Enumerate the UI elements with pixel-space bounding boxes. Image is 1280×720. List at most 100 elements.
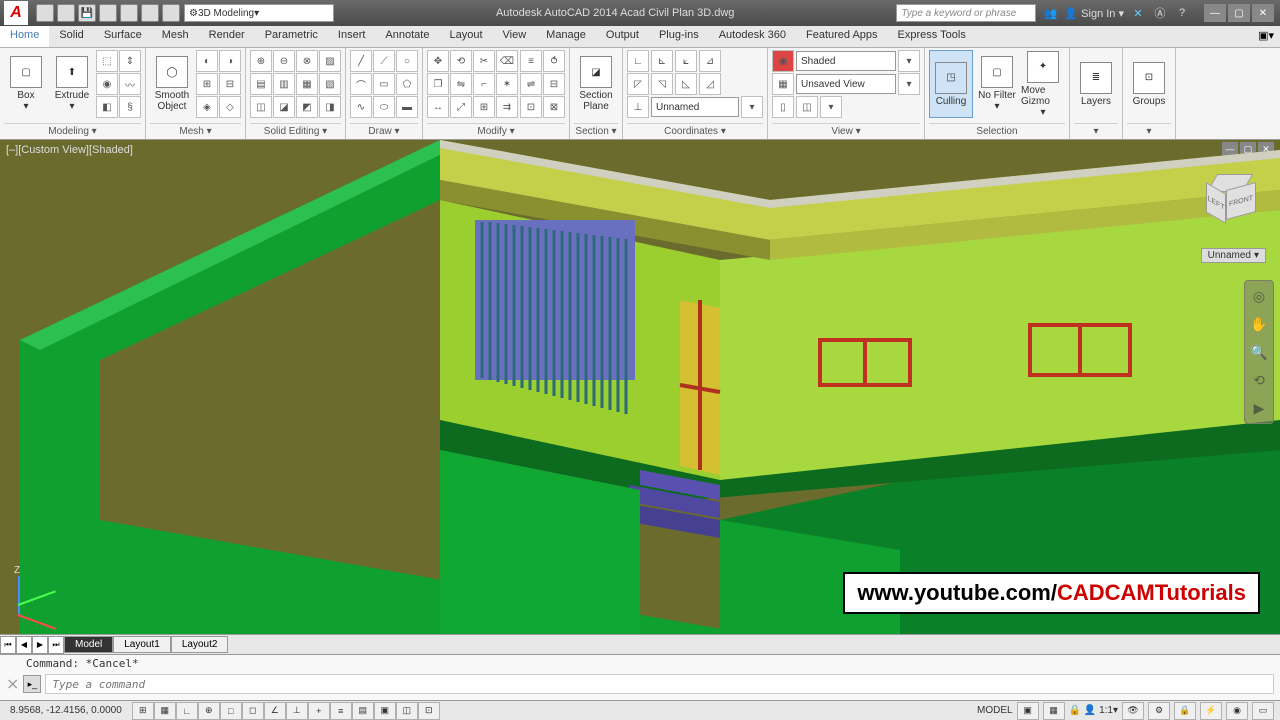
ucs-2-icon[interactable]: ⊾ — [651, 50, 673, 72]
tab-annotate[interactable]: Annotate — [375, 26, 439, 47]
panel-mesh-title[interactable]: Mesh ▾ — [150, 123, 241, 139]
panel-modeling-title[interactable]: Modeling ▾ — [4, 123, 141, 139]
sc-icon[interactable]: ◫ — [396, 702, 418, 720]
view-dropdown[interactable]: Unsaved View — [796, 74, 896, 94]
redo-icon[interactable]: ↷ — [162, 4, 180, 22]
panel-coordinates-title[interactable]: Coordinates ▾ — [627, 123, 763, 139]
lwt-icon[interactable]: ≡ — [330, 702, 352, 720]
box-button[interactable]: ▢Box▾ — [4, 50, 48, 118]
offset-icon[interactable]: ⇉ — [496, 96, 518, 118]
ucs-8-icon[interactable]: ◿ — [699, 73, 721, 95]
helix-icon[interactable]: § — [119, 96, 141, 118]
workspace-dropdown[interactable]: ⚙ 3D Modeling ▾ — [184, 4, 334, 22]
arc-icon[interactable]: ⌒ — [350, 73, 372, 95]
vp2-icon[interactable]: ◫ — [796, 96, 818, 118]
intersect-icon[interactable]: ⊗ — [296, 50, 318, 72]
sweep-icon[interactable]: 〰 — [119, 73, 141, 95]
infocenter-icon[interactable]: 👥 — [1042, 5, 1058, 21]
mesh-less-icon[interactable]: ◑ — [219, 50, 241, 72]
pan-icon[interactable]: ✋ — [1248, 313, 1270, 335]
panel-layers-title[interactable]: ▾ — [1074, 123, 1118, 139]
no-filter-button[interactable]: ▢No Filter▾ — [975, 50, 1019, 118]
presspull-icon[interactable]: ⇕ — [119, 50, 141, 72]
move-icon[interactable]: ✥ — [427, 50, 449, 72]
layout-first-icon[interactable]: ⏮ — [0, 636, 16, 654]
layout-prev-icon[interactable]: ◀ — [16, 636, 32, 654]
shell-icon[interactable]: ◫ — [250, 96, 272, 118]
tpy-icon[interactable]: ▤ — [352, 702, 374, 720]
command-grip-icon[interactable]: ⨯ — [6, 674, 19, 694]
layout-last-icon[interactable]: ⏭ — [48, 636, 64, 654]
tab-insert[interactable]: Insert — [328, 26, 376, 47]
tab-parametric[interactable]: Parametric — [255, 26, 328, 47]
otrack-icon[interactable]: ∠ — [264, 702, 286, 720]
save-icon[interactable]: 💾 — [78, 4, 96, 22]
layers-button[interactable]: ≣Layers — [1074, 50, 1118, 118]
ducs-icon[interactable]: ⊥ — [286, 702, 308, 720]
mirror-icon[interactable]: ⇋ — [450, 73, 472, 95]
tab-plugins[interactable]: Plug-ins — [649, 26, 709, 47]
vp-icon[interactable]: ▯ — [772, 96, 794, 118]
isolate-icon[interactable]: ◉ — [1226, 702, 1248, 720]
array-icon[interactable]: ⊞ — [473, 96, 495, 118]
fillet-edge-icon[interactable]: ▧ — [319, 73, 341, 95]
clean-screen-icon[interactable]: ▭ — [1252, 702, 1274, 720]
ellipse-icon[interactable]: ⬭ — [373, 96, 395, 118]
ucs-7-icon[interactable]: ◺ — [675, 73, 697, 95]
tab-layout[interactable]: Layout — [439, 26, 492, 47]
undo-icon[interactable]: ↶ — [141, 4, 159, 22]
polygon-icon[interactable]: ⬠ — [396, 73, 418, 95]
exchange-icon[interactable]: ✕ — [1130, 5, 1146, 21]
vp-dd-icon[interactable]: ▾ — [820, 96, 842, 118]
revolve-icon[interactable]: ◉ — [96, 73, 118, 95]
view-cube[interactable]: LEFT FRONT — [1200, 170, 1260, 230]
cube-front-face[interactable]: FRONT — [1226, 182, 1256, 220]
tab-surface[interactable]: Surface — [94, 26, 152, 47]
ucs-1-icon[interactable]: ∟ — [627, 50, 649, 72]
polysolid-icon[interactable]: ⬚ — [96, 50, 118, 72]
tab-solid[interactable]: Solid — [49, 26, 93, 47]
ucs-5-icon[interactable]: ◸ — [627, 73, 649, 95]
tab-layout1[interactable]: Layout1 — [113, 636, 171, 653]
subtract-icon[interactable]: ⊖ — [273, 50, 295, 72]
tab-express[interactable]: Express Tools — [888, 26, 976, 47]
ucs-6-icon[interactable]: ◹ — [651, 73, 673, 95]
move-gizmo-button[interactable]: ✦Move Gizmo▾ — [1021, 50, 1065, 118]
3dosnap-icon[interactable]: ◻ — [242, 702, 264, 720]
quickview-drawings-icon[interactable]: ▦ — [1043, 702, 1065, 720]
tab-home[interactable]: Home — [0, 26, 49, 47]
help-icon[interactable]: ? — [1174, 5, 1190, 21]
viewport[interactable]: [–][Custom View][Shaded] — ▢ ✕ — [0, 140, 1280, 634]
view-dd-icon[interactable]: ▾ — [898, 73, 920, 95]
annotation-scale[interactable]: 🔒 👤 1:1▾ — [1069, 705, 1118, 716]
tab-layout2[interactable]: Layout2 — [171, 636, 229, 653]
vs-dd-icon[interactable]: ▾ — [898, 50, 920, 72]
steering-wheel-icon[interactable]: ◎ — [1248, 285, 1270, 307]
3d-move-icon[interactable]: ⊠ — [543, 96, 565, 118]
ucs-dd-icon[interactable]: ▾ — [741, 96, 763, 118]
sign-in-button[interactable]: 👤 Sign In ▾ — [1064, 7, 1124, 20]
toolbar-lock-icon[interactable]: 🔒 — [1174, 702, 1196, 720]
grid-icon[interactable]: ▦ — [154, 702, 176, 720]
mesh-split-icon[interactable]: ◇ — [219, 96, 241, 118]
a360-icon[interactable]: Ⓐ — [1152, 5, 1168, 21]
extrude-face-icon[interactable]: ▤ — [250, 73, 272, 95]
layout-next-icon[interactable]: ▶ — [32, 636, 48, 654]
rect-icon[interactable]: ▭ — [373, 73, 395, 95]
osnap-icon[interactable]: □ — [220, 702, 242, 720]
align-icon[interactable]: ≡ — [520, 50, 542, 72]
tab-featured[interactable]: Featured Apps — [796, 26, 888, 47]
quickview-layouts-icon[interactable]: ▣ — [1017, 702, 1039, 720]
polar-icon[interactable]: ⊕ — [198, 702, 220, 720]
tab-render[interactable]: Render — [199, 26, 255, 47]
annotation-visibility-icon[interactable]: 👁 — [1122, 702, 1144, 720]
panel-section-title[interactable]: Section ▾ — [574, 123, 618, 139]
panel-solid-title[interactable]: Solid Editing ▾ — [250, 123, 341, 139]
mesh-more-icon[interactable]: ◐ — [196, 50, 218, 72]
region-icon[interactable]: ▬ — [396, 96, 418, 118]
panel-draw-title[interactable]: Draw ▾ — [350, 123, 418, 139]
3d-mirror-icon[interactable]: ⇌ — [520, 73, 542, 95]
orbit-icon[interactable]: ⟲ — [1248, 369, 1270, 391]
panel-groups-title[interactable]: ▾ — [1127, 123, 1171, 139]
tab-mesh[interactable]: Mesh — [152, 26, 199, 47]
